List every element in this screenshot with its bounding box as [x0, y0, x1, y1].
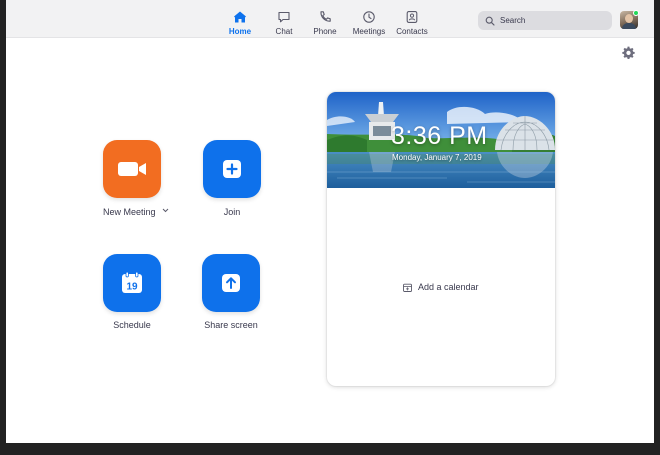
schedule-button[interactable]: 19	[103, 254, 161, 312]
app-window: Home Chat Phone Meetings Contacts Search…	[6, 0, 654, 443]
top-nav-bar: Home Chat Phone Meetings Contacts	[6, 0, 654, 38]
tab-contacts[interactable]: Contacts	[394, 0, 430, 38]
tab-home[interactable]: Home	[227, 0, 253, 38]
chat-icon	[278, 11, 290, 23]
clock-icon	[363, 11, 375, 23]
tab-phone[interactable]: Phone	[312, 0, 338, 38]
gear-icon[interactable]	[622, 46, 635, 59]
current-time: 3:36 PM	[391, 122, 488, 150]
join-button[interactable]	[203, 140, 261, 198]
tab-home-label: Home	[228, 27, 252, 36]
current-date: Monday, January 7, 2019	[392, 153, 482, 162]
schedule-label: Schedule	[113, 320, 151, 330]
plus-icon	[223, 160, 241, 178]
tab-chat-label: Chat	[275, 27, 293, 36]
share-screen-button[interactable]	[202, 254, 260, 312]
online-status-dot	[633, 10, 639, 16]
tab-meetings-label: Meetings	[352, 27, 386, 36]
chevron-down-icon[interactable]	[162, 208, 169, 215]
video-camera-icon	[118, 162, 146, 176]
calendar-add-icon	[403, 283, 412, 292]
new-meeting-label: New Meeting	[103, 207, 156, 217]
tab-phone-label: Phone	[313, 27, 337, 36]
home-icon	[234, 11, 246, 23]
add-calendar-label: Add a calendar	[418, 282, 479, 292]
search-input[interactable]	[500, 16, 600, 25]
contacts-icon	[406, 11, 418, 23]
share-arrow-up-icon	[222, 274, 240, 292]
share-screen-label: Share screen	[204, 320, 258, 330]
calendar-icon: 19	[122, 271, 142, 293]
tab-chat[interactable]: Chat	[271, 0, 297, 38]
search-icon	[485, 16, 495, 26]
tab-contacts-label: Contacts	[396, 27, 428, 36]
phone-icon	[320, 11, 331, 22]
tab-meetings[interactable]: Meetings	[351, 0, 387, 38]
new-meeting-button[interactable]	[103, 140, 161, 198]
add-calendar-link[interactable]: Add a calendar	[403, 282, 479, 292]
join-label: Join	[223, 207, 241, 217]
calendar-day-number: 19	[126, 282, 138, 293]
calendar-card: 3:36 PM Monday, January 7, 2019 Add a ca…	[327, 92, 555, 386]
search-box[interactable]	[478, 11, 612, 30]
